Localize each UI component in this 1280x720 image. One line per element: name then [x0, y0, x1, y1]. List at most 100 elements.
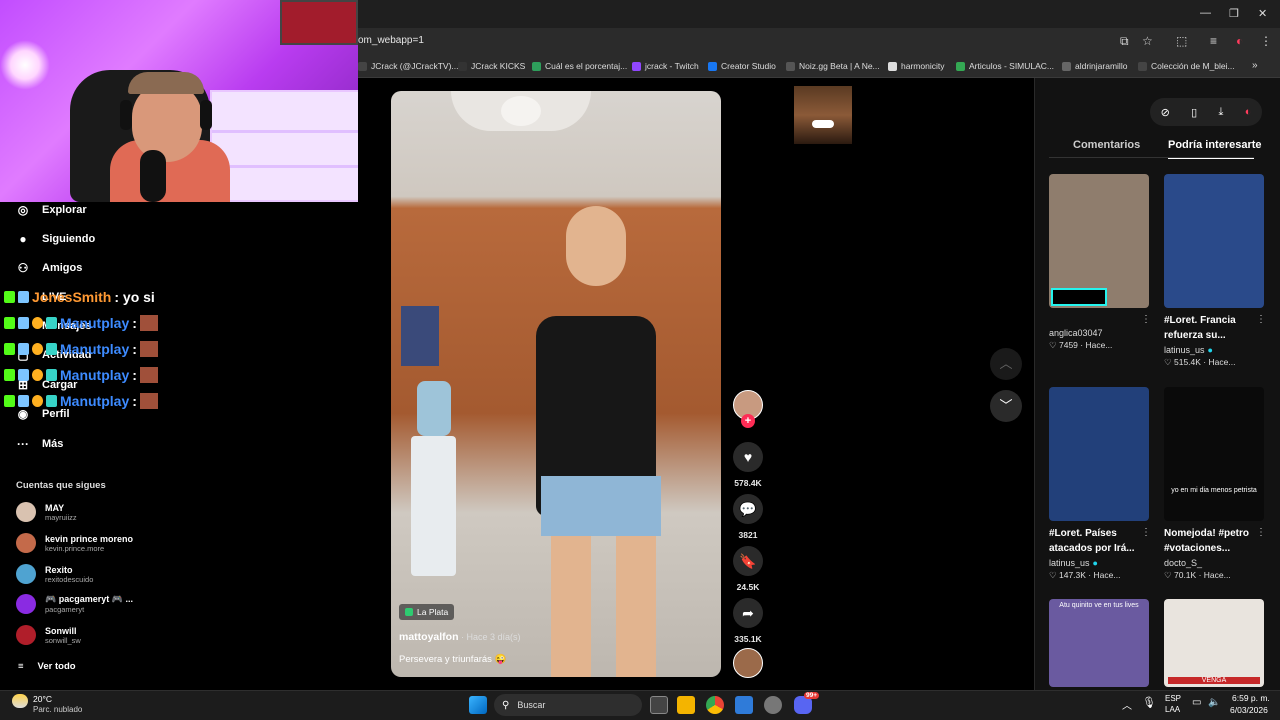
card-title[interactable]: #Loret. Países atacados por Irá...	[1049, 526, 1149, 556]
link-icon[interactable]: ⊘	[1161, 106, 1170, 119]
card-author-name[interactable]: latinus_us	[1049, 558, 1090, 568]
bookmark-item[interactable]: aldrinjaramillo	[1062, 61, 1127, 71]
weather-icon[interactable]	[12, 694, 28, 708]
menu-icon[interactable]: ⋮	[1260, 34, 1272, 48]
followed-account[interactable]: kevin prince moreno kevin.prince.more	[16, 533, 133, 553]
chat-username[interactable]: Manutplay	[60, 315, 129, 331]
card-author[interactable]: latinus_us ●	[1049, 558, 1149, 568]
video-player[interactable]: La Plata mattoyalfon · Hace 3 día(s) Per…	[391, 91, 721, 677]
profile-icon[interactable]: ◐	[1236, 34, 1243, 48]
sidebar-item-amigos[interactable]: ⚇ Amigos	[14, 259, 83, 277]
weather-temp[interactable]: 20°C	[33, 694, 52, 704]
cast-icon[interactable]: ⧉	[1120, 34, 1129, 49]
video-thumbnail[interactable]	[1049, 174, 1149, 308]
settings-icon[interactable]	[764, 696, 782, 714]
video-thumbnail[interactable]: VENGA	[1164, 599, 1264, 687]
card-more-icon[interactable]: ⋮	[1141, 314, 1151, 325]
bookmark-item[interactable]: Colección de M_blei...	[1138, 61, 1235, 71]
suggested-video-card[interactable]: #Loret. Países atacados por Irá... latinu…	[1049, 387, 1151, 581]
file-explorer-icon[interactable]	[677, 696, 695, 714]
windows-start-icon[interactable]	[469, 696, 487, 714]
extensions-icon[interactable]: ⬚	[1176, 34, 1187, 48]
prev-video-button[interactable]: ︿	[990, 348, 1022, 380]
video-thumbnail[interactable]	[1164, 174, 1264, 308]
card-author-name[interactable]: anglica03047	[1049, 328, 1103, 338]
star-icon[interactable]: ☆	[1142, 34, 1153, 48]
bookmark-item[interactable]: harmonicity	[888, 61, 944, 71]
bookmark-item[interactable]: JCrack (@JCrackTV)...	[358, 61, 459, 71]
card-author[interactable]: anglica03047	[1049, 328, 1149, 338]
phone-icon[interactable]: ▯	[1191, 106, 1197, 119]
card-author[interactable]: docto_S_	[1164, 558, 1264, 568]
followed-account[interactable]: 🎮 pacgameryt 🎮 ... pacgameryt	[16, 594, 133, 614]
media-icon[interactable]: ≡	[1210, 34, 1217, 48]
suggested-video-card[interactable]: VENGA	[1164, 599, 1264, 687]
sidebar-item-explorar[interactable]: ◎ Explorar	[14, 201, 87, 219]
card-more-icon[interactable]: ⋮	[1256, 314, 1266, 325]
followed-account[interactable]: Sonwill sonwill_sw	[16, 625, 81, 645]
bookmark-item[interactable]: Cuál es el porcentaj...	[532, 61, 627, 71]
clock-time[interactable]: 6:59 p. m.	[1232, 693, 1270, 703]
volume-icon[interactable]: 🔈	[1208, 697, 1220, 708]
network-icon[interactable]: ▭	[1192, 697, 1201, 708]
followed-account[interactable]: Rexito rexitodescuido	[16, 564, 93, 584]
comment-icon[interactable]: 💬	[733, 494, 763, 524]
next-video-button[interactable]: ﹀	[990, 390, 1022, 422]
url-text[interactable]: om_webapp=1	[358, 35, 424, 46]
chat-username[interactable]: Manutplay	[60, 367, 129, 383]
suggested-video-card[interactable]: anglica03047 ♡ 7459 · Hace... ⋮	[1049, 174, 1151, 351]
suggested-video-card[interactable]: Atu quinito ve en tus lives	[1049, 599, 1149, 687]
taskbar-search[interactable]: ⚲ Buscar	[494, 694, 642, 716]
chrome-icon[interactable]	[706, 696, 724, 714]
bookmark-item[interactable]: jcrack - Twitch	[632, 61, 699, 71]
task-view-icon[interactable]	[650, 696, 668, 714]
share-action[interactable]: ➦ 335.1K	[733, 598, 763, 644]
video-thumbnail[interactable]	[1049, 387, 1149, 521]
sidebar-item-siguiendo[interactable]: ● Siguiendo	[14, 230, 95, 248]
tray-expand-icon[interactable]: ︿	[1122, 697, 1132, 712]
comment-action[interactable]: 💬 3821	[733, 494, 763, 540]
tab-suggested[interactable]: Podría interesarte	[1168, 139, 1262, 151]
minimize-button[interactable]: —	[1200, 7, 1211, 19]
bookmark-icon[interactable]: 🔖	[733, 546, 763, 576]
card-more-icon[interactable]: ⋮	[1256, 527, 1266, 538]
suggested-video-card[interactable]: #Loret. Francia refuerza su... latinus_us…	[1164, 174, 1266, 368]
card-title[interactable]: Nomejoda! #petro #votaciones...	[1164, 526, 1264, 556]
card-author-name[interactable]: latinus_us	[1164, 345, 1205, 355]
microphone-tray-icon[interactable]: 🎙	[1142, 696, 1156, 709]
tab-comments[interactable]: Comentarios	[1073, 139, 1140, 151]
download-icon[interactable]: ⤓	[1219, 106, 1224, 119]
chat-username[interactable]: Manutplay	[60, 341, 129, 357]
card-title[interactable]: #Loret. Francia refuerza su...	[1164, 313, 1264, 343]
followed-account[interactable]: MAY mayruiizz	[16, 502, 77, 522]
bookmark-item[interactable]: Noiz.gg Beta | A Ne...	[786, 61, 880, 71]
chat-username[interactable]: Manutplay	[60, 393, 129, 409]
video-thumbnail[interactable]: yo en mi dia menos petrista	[1164, 387, 1264, 521]
lang-label[interactable]: ESP	[1165, 694, 1181, 703]
card-more-icon[interactable]: ⋮	[1141, 527, 1151, 538]
gift-badge-icon	[46, 317, 57, 329]
chat-username[interactable]: JonesSmith	[32, 289, 111, 305]
video-thumbnail[interactable]: Atu quinito ve en tus lives	[1049, 599, 1149, 687]
tiktok-profile-icon[interactable]: ◐	[1245, 106, 1252, 118]
suggested-video-card[interactable]: yo en mi dia menos petrista Nomejoda! #pe…	[1164, 387, 1266, 581]
heart-icon[interactable]: ♥	[733, 442, 763, 472]
bookmark-item[interactable]: JCrack KICKS	[458, 61, 525, 71]
see-all-button[interactable]: ≡ Ver todo	[18, 661, 76, 672]
bookmark-item[interactable]: Creator Studio	[708, 61, 776, 71]
share-icon[interactable]: ➦	[733, 598, 763, 628]
like-action[interactable]: ♥ 578.4K	[733, 442, 763, 488]
follow-plus-icon[interactable]: +	[741, 414, 755, 428]
close-window-button[interactable]: ✕	[1258, 7, 1267, 20]
location-tag[interactable]: La Plata	[399, 604, 455, 620]
save-action[interactable]: 🔖 24.5K	[733, 546, 763, 592]
card-author-name[interactable]: docto_S_	[1164, 558, 1202, 568]
sound-avatar[interactable]	[733, 648, 763, 678]
sidebar-item-más[interactable]: ··· Más	[14, 435, 63, 453]
bookmark-item[interactable]: Articulos - SIMULAC...	[956, 61, 1054, 71]
card-author[interactable]: latinus_us ●	[1164, 345, 1264, 355]
video-author[interactable]: mattoyalfon	[399, 631, 459, 643]
mail-icon[interactable]	[735, 696, 753, 714]
maximize-button[interactable]: ❐	[1229, 7, 1239, 20]
more-bookmarks-button[interactable]: »	[1252, 60, 1258, 71]
